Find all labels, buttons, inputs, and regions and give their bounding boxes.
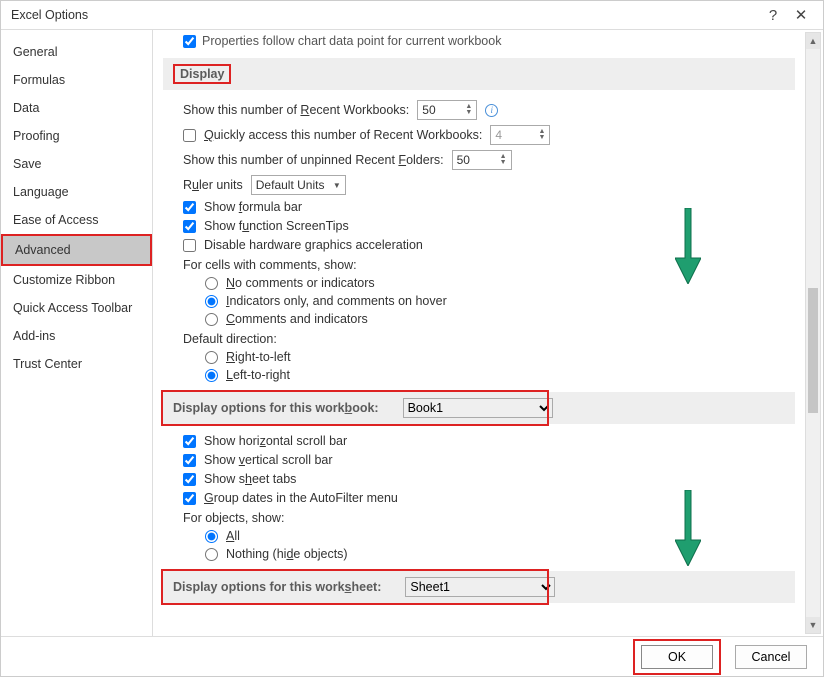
dialog-footer: OK Cancel <box>1 636 823 676</box>
disable-hw-graphics-checkbox[interactable]: Disable hardware graphics acceleration <box>183 238 795 252</box>
recent-workbooks-spinner[interactable]: 50 ▲▼ <box>417 100 477 120</box>
quick-access-count-spinner: 4 ▲▼ <box>490 125 550 145</box>
spinner-arrows-icon: ▲▼ <box>465 104 472 116</box>
show-formula-bar-checkbox[interactable]: Show formula bar <box>183 200 795 214</box>
show-horizontal-scrollbar-checkbox[interactable]: Show horizontal scroll bar <box>183 434 795 448</box>
window-title: Excel Options <box>11 8 759 22</box>
radio-comments-and-indicators[interactable]: Comments and indicators <box>205 312 795 326</box>
sidebar-item-general[interactable]: General <box>1 38 152 66</box>
radio-right-to-left[interactable]: Right-to-left <box>205 350 795 364</box>
comments-header-label: For cells with comments, show: <box>183 258 795 272</box>
objects-header-label: For objects, show: <box>183 511 795 525</box>
vertical-scrollbar[interactable]: ▲ ▼ <box>805 32 821 634</box>
section-title: Display options for this worksheet: <box>173 580 381 594</box>
scroll-track[interactable] <box>806 49 820 617</box>
recent-folders-spinner[interactable]: 50 ▲▼ <box>452 150 512 170</box>
comments-radio-group: No comments or indicators Indicators onl… <box>205 276 795 326</box>
worksheet-combo[interactable]: Sheet1 <box>405 577 555 597</box>
checkbox-icon[interactable] <box>183 492 196 505</box>
checkbox-icon[interactable] <box>183 220 196 233</box>
quick-access-recent-checkbox[interactable]: Quickly access this number of Recent Wor… <box>183 125 795 145</box>
help-button[interactable]: ? <box>759 1 787 29</box>
checkbox-label: Properties follow chart data point for c… <box>202 34 501 48</box>
sidebar-item-formulas[interactable]: Formulas <box>1 66 152 94</box>
annotation-arrow-down-icon <box>675 208 701 284</box>
close-button[interactable]: ✕ <box>787 1 815 29</box>
radio-no-comments[interactable]: No comments or indicators <box>205 276 795 290</box>
section-header-workbook: Display options for this workbook: Book1 <box>163 392 795 424</box>
properties-follow-chart-checkbox[interactable]: Properties follow chart data point for c… <box>183 34 795 48</box>
caret-down-icon: ▼ <box>333 181 341 190</box>
scroll-down-icon[interactable]: ▼ <box>806 617 820 633</box>
sidebar-item-add-ins[interactable]: Add-ins <box>1 322 152 350</box>
section-title: Display options for this workbook: <box>173 401 379 415</box>
checkbox-icon[interactable] <box>183 129 196 142</box>
checkbox-icon[interactable] <box>183 35 196 48</box>
radio-indicators-only[interactable]: Indicators only, and comments on hover <box>205 294 795 308</box>
section-title: Display <box>173 64 231 84</box>
sidebar-item-trust-center[interactable]: Trust Center <box>1 350 152 378</box>
objects-radio-group: All Nothing (hide objects) <box>205 529 795 561</box>
show-function-screentips-checkbox[interactable]: Show function ScreenTips <box>183 219 795 233</box>
sidebar-item-quick-access-toolbar[interactable]: Quick Access Toolbar <box>1 294 152 322</box>
sidebar-item-ease-of-access[interactable]: Ease of Access <box>1 206 152 234</box>
sidebar-item-language[interactable]: Language <box>1 178 152 206</box>
ok-button[interactable]: OK <box>641 645 713 669</box>
radio-objects-hide[interactable]: Nothing (hide objects) <box>205 547 795 561</box>
annotation-arrow-down-icon <box>675 490 701 566</box>
ruler-units-row: Ruler units Default Units ▼ <box>183 175 795 195</box>
checkbox-icon[interactable] <box>183 239 196 252</box>
section-header-display: Display <box>163 58 795 90</box>
checkbox-icon[interactable] <box>183 454 196 467</box>
cancel-button[interactable]: Cancel <box>735 645 807 669</box>
recent-workbooks-row: Show this number of Recent Workbooks: 50… <box>183 100 795 120</box>
direction-header-label: Default direction: <box>183 332 795 346</box>
annotation-red-box: OK <box>633 639 721 675</box>
sidebar: General Formulas Data Proofing Save Lang… <box>1 30 153 636</box>
info-icon[interactable]: i <box>485 104 498 117</box>
sidebar-item-advanced[interactable]: Advanced <box>1 234 152 266</box>
radio-left-to-right[interactable]: Left-to-right <box>205 368 795 382</box>
ruler-units-dropdown[interactable]: Default Units ▼ <box>251 175 346 195</box>
show-vertical-scrollbar-checkbox[interactable]: Show vertical scroll bar <box>183 453 795 467</box>
radio-objects-all[interactable]: All <box>205 529 795 543</box>
direction-radio-group: Right-to-left Left-to-right <box>205 350 795 382</box>
group-dates-autofilter-checkbox[interactable]: Group dates in the AutoFilter menu <box>183 491 795 505</box>
show-sheet-tabs-checkbox[interactable]: Show sheet tabs <box>183 472 795 486</box>
checkbox-icon[interactable] <box>183 201 196 214</box>
sidebar-item-customize-ribbon[interactable]: Customize Ribbon <box>1 266 152 294</box>
scroll-thumb[interactable] <box>808 288 818 413</box>
checkbox-icon[interactable] <box>183 435 196 448</box>
sidebar-item-data[interactable]: Data <box>1 94 152 122</box>
sidebar-item-save[interactable]: Save <box>1 150 152 178</box>
scroll-up-icon[interactable]: ▲ <box>806 33 820 49</box>
workbook-combo[interactable]: Book1 <box>403 398 553 418</box>
checkbox-icon[interactable] <box>183 473 196 486</box>
recent-folders-row: Show this number of unpinned Recent Fold… <box>183 150 795 170</box>
sidebar-item-proofing[interactable]: Proofing <box>1 122 152 150</box>
spinner-arrows-icon: ▲▼ <box>500 154 507 166</box>
section-header-worksheet: Display options for this worksheet: Shee… <box>163 571 795 603</box>
title-bar: Excel Options ? ✕ <box>1 1 823 30</box>
spinner-arrows-icon: ▲▼ <box>538 129 545 141</box>
content-pane: Properties follow chart data point for c… <box>153 30 823 636</box>
